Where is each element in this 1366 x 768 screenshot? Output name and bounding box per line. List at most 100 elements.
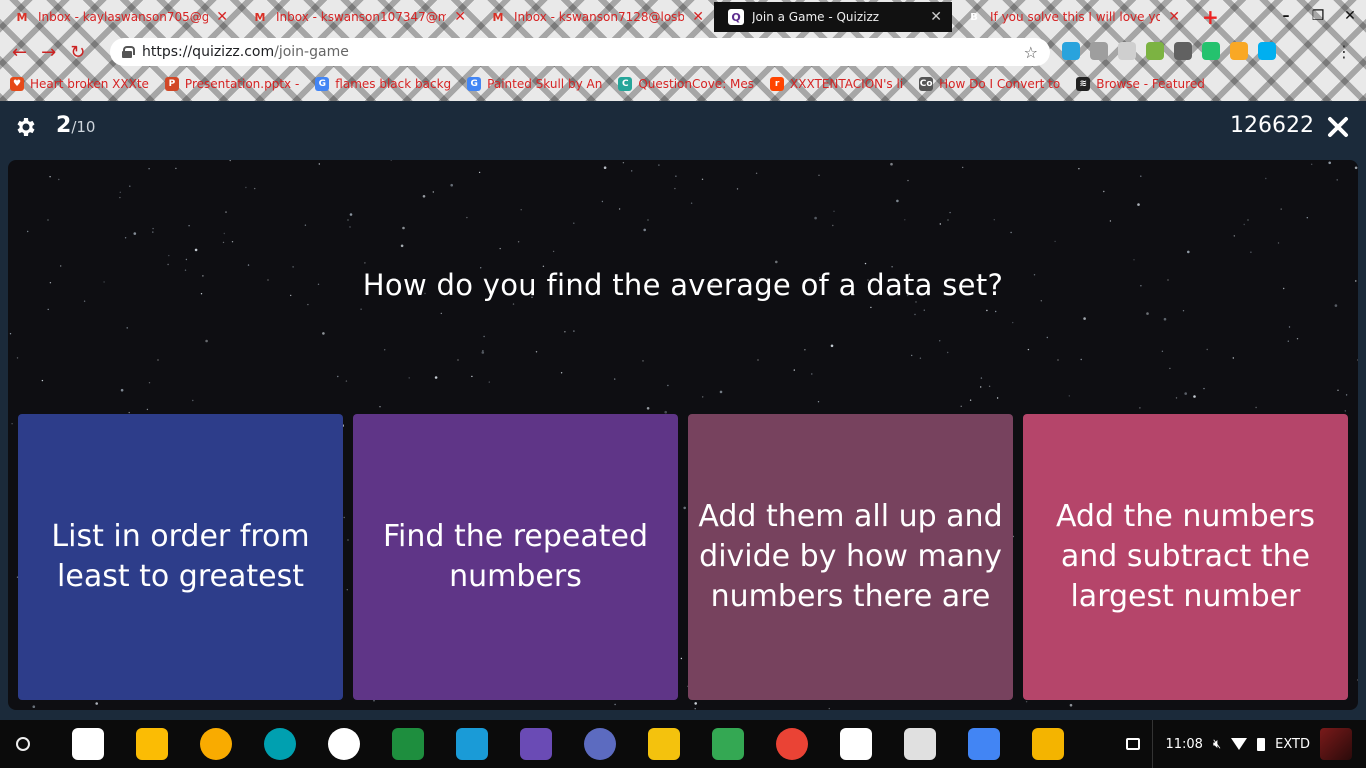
- bookmark-item[interactable]: Co How Do I Convert to: [919, 77, 1060, 91]
- answer-option-1[interactable]: List in order from least to greatest: [18, 414, 343, 700]
- tab-close-icon[interactable]: ✕: [216, 9, 228, 25]
- os-shelf: 11:08 🔇︎ EXTD: [0, 720, 1366, 768]
- bookmark-star-icon[interactable]: ☆: [1024, 43, 1038, 62]
- image-icon[interactable]: [1126, 738, 1141, 750]
- bookmark-item[interactable]: Gflames black backg: [315, 77, 451, 91]
- bookmark-label: XXXTENTACION's li: [790, 77, 904, 91]
- reload-icon[interactable]: ↻: [70, 42, 85, 63]
- browser-chrome: M Inbox - kaylaswanson705@gm ✕ M Inbox -…: [0, 0, 1366, 101]
- bookmark-favicon-icon: ≋: [1076, 77, 1091, 91]
- gear-icon[interactable]: [14, 115, 38, 139]
- bookmark-favicon-icon: r: [770, 77, 785, 91]
- forward-icon[interactable]: →: [41, 42, 56, 63]
- gmail-icon: M: [492, 10, 504, 24]
- minimize-icon[interactable]: –: [1270, 8, 1302, 24]
- system-status[interactable]: 11:08 🔇︎ EXTD: [1152, 720, 1360, 768]
- window-controls: – ❐ ✕: [1270, 0, 1366, 32]
- notebook-app-icon[interactable]: [520, 728, 552, 760]
- window-close-icon[interactable]: ✕: [1334, 8, 1366, 24]
- extension-cloud-icon[interactable]: [1062, 42, 1080, 60]
- google-classroom-icon[interactable]: [392, 728, 424, 760]
- tab-strip: M Inbox - kaylaswanson705@gm ✕ M Inbox -…: [0, 0, 1366, 32]
- b-icon: B: [970, 11, 978, 23]
- google-docs-icon[interactable]: [968, 728, 1000, 760]
- lightbulb-app-icon[interactable]: [200, 728, 232, 760]
- new-tab-button[interactable]: +: [1190, 2, 1231, 32]
- google-slides-icon[interactable]: [1032, 728, 1064, 760]
- extension-orange-icon[interactable]: [1230, 42, 1248, 60]
- google-drive-icon[interactable]: [328, 728, 360, 760]
- bookmark-favicon-icon: G: [467, 77, 482, 91]
- gmail-app-icon[interactable]: [840, 728, 872, 760]
- v3-app-icon[interactable]: [456, 728, 488, 760]
- answer-option-2[interactable]: Find the repeated numbers: [353, 414, 678, 700]
- bookmark-item[interactable]: G Painted Skull by An: [467, 77, 602, 91]
- tab-close-icon[interactable]: ✕: [454, 9, 466, 25]
- status-tray[interactable]: 11:08 🔇︎ EXTD: [1126, 720, 1366, 768]
- bookmark-favicon-icon: C: [618, 77, 633, 91]
- web-store-icon[interactable]: [904, 728, 936, 760]
- extension-audio-icon[interactable]: [1174, 42, 1192, 60]
- url-text[interactable]: https://quizizz.com/join-game: [142, 44, 1014, 60]
- bookmark-label: Heart broken XXXte: [30, 77, 149, 91]
- tab-title: Inbox - kswanson7128@losba: [514, 10, 685, 24]
- url-path: /join-game: [274, 44, 349, 60]
- bookmark-item[interactable]: ≋ Browse - Featured: [1076, 77, 1205, 91]
- launcher-icon[interactable]: [16, 737, 30, 751]
- tab-title: Join a Game - Quizizz: [752, 10, 880, 24]
- battery-icon: [1257, 737, 1266, 751]
- tab-inbox-1[interactable]: M Inbox - kaylaswanson705@gm ✕: [0, 2, 238, 32]
- bookmark-item[interactable]: ♥ Heart broken XXXte: [10, 77, 149, 91]
- bookmark-item[interactable]: r XXXTENTACION's li: [770, 77, 903, 91]
- gmail-icon: M: [16, 10, 28, 24]
- extension-shield-icon[interactable]: [1090, 42, 1108, 60]
- avatar[interactable]: [1320, 728, 1352, 760]
- quiz-header: 2/10 126622: [0, 101, 1366, 151]
- progress-current: 2: [56, 113, 72, 138]
- drop-app-icon[interactable]: [264, 728, 296, 760]
- bookmark-label: Painted Skull by An: [487, 77, 603, 91]
- nav-buttons: ← → ↻: [0, 42, 108, 63]
- bookmark-item[interactable]: P Presentation.pptx -: [164, 77, 300, 91]
- settings-app-icon[interactable]: [648, 728, 680, 760]
- epsilon-app-icon[interactable]: [584, 728, 616, 760]
- bookmark-favicon-icon: G: [315, 77, 330, 91]
- maximize-icon[interactable]: ❐: [1302, 8, 1334, 24]
- tab-quizizz[interactable]: Q Join a Game - Quizizz ✕: [714, 2, 952, 32]
- answer-option-4[interactable]: Add the numbers and subtract the largest…: [1023, 414, 1348, 700]
- mosaic-app-icon[interactable]: [712, 728, 744, 760]
- bookmark-item[interactable]: C QuestionCove: Mes: [618, 77, 754, 91]
- bookmark-label: Presentation.pptx -: [184, 77, 300, 91]
- tab-solve-this[interactable]: B If you solve this I will love you ✕: [952, 2, 1190, 32]
- quizizz-icon: Q: [728, 9, 744, 25]
- tab-close-icon[interactable]: ✕: [930, 9, 942, 25]
- tab-close-icon[interactable]: ✕: [692, 9, 704, 25]
- wifi-icon: [1231, 738, 1248, 750]
- tab-title: Inbox - kaylaswanson705@gm: [38, 10, 209, 24]
- extension-green-icon[interactable]: [1146, 42, 1164, 60]
- browser-menu-icon[interactable]: ⋮: [1336, 42, 1352, 61]
- extension-skype-icon[interactable]: [1258, 42, 1276, 60]
- back-icon[interactable]: ←: [12, 42, 27, 63]
- chrome-icon[interactable]: [776, 728, 808, 760]
- music-note-app-icon[interactable]: [136, 728, 168, 760]
- desmos-app-icon[interactable]: [72, 728, 104, 760]
- question-progress: 2/10: [56, 113, 95, 138]
- bookmark-label: flames black backg: [335, 77, 452, 91]
- url-host: https://quizizz.com: [142, 44, 275, 60]
- tab-title: If you solve this I will love you: [990, 10, 1161, 24]
- close-icon[interactable]: [1326, 115, 1350, 139]
- browser-toolbar: ← → ↻ https://quizizz.com/join-game ☆ ⋮: [0, 34, 1366, 70]
- tab-title: Inbox - kswanson107347@mu: [276, 10, 447, 24]
- extension-puzzle-icon[interactable]: [1118, 42, 1136, 60]
- pinned-apps: [72, 728, 1064, 760]
- tab-close-icon[interactable]: ✕: [1168, 9, 1180, 25]
- tab-inbox-3[interactable]: M Inbox - kswanson7128@losba ✕: [476, 2, 714, 32]
- lock-icon[interactable]: [122, 46, 135, 58]
- tab-inbox-2[interactable]: M Inbox - kswanson107347@mu ✕: [238, 2, 476, 32]
- bookmark-label: QuestionCove: Mes: [638, 77, 755, 91]
- address-bar[interactable]: https://quizizz.com/join-game ☆: [110, 38, 1050, 66]
- extension-icons: [1062, 42, 1276, 60]
- answer-option-3[interactable]: Add them all up and divide by how many n…: [688, 414, 1013, 700]
- extension-grammarly-icon[interactable]: [1202, 42, 1220, 60]
